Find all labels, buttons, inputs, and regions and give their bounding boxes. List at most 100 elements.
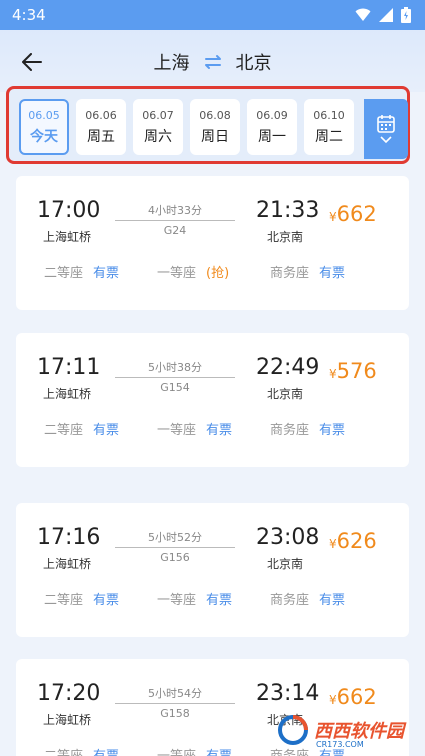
seat-row: 二等座 有票 一等座 (抢) 商务座 有票 <box>44 262 383 281</box>
watermark-site: CR173.COM <box>316 740 364 749</box>
date-chip-weekday: 周六 <box>144 128 172 145</box>
seat-availability: 有票 <box>93 423 120 438</box>
seat-row: 二等座有票 一等座有票 商务座有票 <box>44 419 383 438</box>
seat-second-class[interactable]: 二等座有票 <box>44 589 157 608</box>
to-city[interactable]: 北京 <box>236 49 272 75</box>
date-chip-date: 06.10 <box>313 108 345 122</box>
date-chip-date: 06.09 <box>256 108 288 122</box>
arrival-station: 北京南 <box>267 387 304 401</box>
date-chip-weekday: 周一 <box>258 128 286 145</box>
date-chip-0608[interactable]: 06.08 周日 <box>190 99 240 155</box>
seat-second-class[interactable]: 二等座有票 <box>44 419 157 438</box>
price-value: 662 <box>336 202 377 226</box>
train-card[interactable]: 17:00 上海虹桥 4小时33分 G24 21:33 北京南 ¥662 二等座… <box>16 176 409 310</box>
watermark-logo-icon <box>278 715 308 745</box>
watermark: 西西软件园 CR173.COM <box>276 712 416 749</box>
train-code: G158 <box>160 707 190 720</box>
seat-second-class[interactable]: 二等座有票 <box>44 745 157 756</box>
date-strip: 06.05 今天 06.06 周五 06.07 周六 06.08 周日 06.0… <box>19 99 354 155</box>
date-chip-date: 06.08 <box>199 108 231 122</box>
seat-name: 二等座 <box>44 423 84 438</box>
duration: 5小时38分 <box>148 361 202 374</box>
seat-business-class[interactable]: 商务座有票 <box>270 419 383 438</box>
arrival-time: 22:49 <box>256 355 320 380</box>
duration: 5小时52分 <box>148 531 202 544</box>
departure-time: 17:16 <box>37 525 101 550</box>
calendar-button[interactable] <box>364 99 408 159</box>
trip-info: 5小时52分 G156 <box>115 529 235 564</box>
price-value: 576 <box>336 359 377 383</box>
seat-name: 一等座 <box>157 266 197 281</box>
departure-time: 17:20 <box>37 681 101 706</box>
seat-availability: 有票 <box>206 593 233 608</box>
train-card[interactable]: 17:11 上海虹桥 5小时38分 G154 22:49 北京南 ¥576 二等… <box>16 333 409 467</box>
departure-station: 上海虹桥 <box>43 713 92 727</box>
price: ¥576 <box>329 359 377 383</box>
seat-availability: 有票 <box>319 423 346 438</box>
arrival-time: 23:08 <box>256 525 320 550</box>
seat-business-class[interactable]: 商务座有票 <box>270 262 383 281</box>
from-city[interactable]: 上海 <box>154 49 190 75</box>
seat-availability: 有票 <box>93 745 119 756</box>
seat-name: 二等座 <box>44 266 84 281</box>
price: ¥662 <box>329 202 377 226</box>
seat-name: 一等座 <box>157 745 196 756</box>
seat-availability: 有票 <box>319 593 346 608</box>
status-bar: 4:34 <box>0 0 425 30</box>
departure-station: 上海虹桥 <box>43 230 92 244</box>
cell-signal-icon <box>379 8 393 22</box>
divider <box>115 703 235 704</box>
seat-availability: 有票 <box>319 266 346 281</box>
seat-name: 商务座 <box>270 593 310 608</box>
seat-availability: 有票 <box>206 745 232 756</box>
date-chip-0610[interactable]: 06.10 周二 <box>304 99 354 155</box>
arrival-station: 北京南 <box>267 230 304 244</box>
divider <box>115 220 235 221</box>
seat-first-class[interactable]: 一等座 (抢) <box>157 262 270 281</box>
trip-info: 5小时54分 G158 <box>115 685 235 720</box>
header: 上海 北京 <box>0 30 425 92</box>
date-chip-0605[interactable]: 06.05 今天 <box>19 99 69 155</box>
date-chip-date: 06.07 <box>142 108 174 122</box>
departure-time: 17:00 <box>37 198 101 223</box>
swap-button[interactable] <box>202 51 224 73</box>
date-chip-0607[interactable]: 06.07 周六 <box>133 99 183 155</box>
trip-info: 5小时38分 G154 <box>115 359 235 394</box>
date-chip-weekday: 周五 <box>87 128 115 145</box>
arrival-time: 23:14 <box>256 681 320 706</box>
seat-first-class[interactable]: 一等座有票 <box>157 589 270 608</box>
status-icons <box>355 7 411 23</box>
seat-availability: (抢) <box>206 266 230 281</box>
price: ¥626 <box>329 529 377 553</box>
date-selector: 06.05 今天 06.06 周五 06.07 周六 06.08 周日 06.0… <box>6 86 410 164</box>
train-card[interactable]: 17:16 上海虹桥 5小时52分 G156 23:08 北京南 ¥626 二等… <box>16 503 409 637</box>
train-code: G24 <box>163 224 187 237</box>
wifi-icon <box>355 8 371 21</box>
date-chip-0609[interactable]: 06.09 周一 <box>247 99 297 155</box>
seat-name: 商务座 <box>270 423 310 438</box>
seat-availability: 有票 <box>93 593 120 608</box>
seat-business-class[interactable]: 商务座有票 <box>270 589 383 608</box>
date-chip-weekday: 周日 <box>201 128 229 145</box>
price-value: 662 <box>336 685 377 709</box>
seat-availability: 有票 <box>206 423 233 438</box>
currency: ¥ <box>329 210 337 224</box>
train-code: G156 <box>160 551 190 564</box>
train-code: G154 <box>160 381 190 394</box>
departure-station: 上海虹桥 <box>43 387 92 401</box>
seat-name: 二等座 <box>44 745 83 756</box>
seat-first-class[interactable]: 一等座有票 <box>157 419 270 438</box>
seat-first-class[interactable]: 一等座有票 <box>157 745 270 756</box>
seat-name: 一等座 <box>157 423 197 438</box>
date-chip-0606[interactable]: 06.06 周五 <box>76 99 126 155</box>
seat-name: 一等座 <box>157 593 197 608</box>
currency: ¥ <box>329 537 337 551</box>
date-chip-weekday: 周二 <box>315 128 343 145</box>
price-value: 626 <box>336 529 377 553</box>
trip-info: 4小时33分 G24 <box>115 202 235 237</box>
date-chip-weekday: 今天 <box>30 128 58 145</box>
duration: 4小时33分 <box>148 204 202 217</box>
departure-time: 17:11 <box>37 355 101 380</box>
seat-second-class[interactable]: 二等座有票 <box>44 262 157 281</box>
duration: 5小时54分 <box>148 687 202 700</box>
